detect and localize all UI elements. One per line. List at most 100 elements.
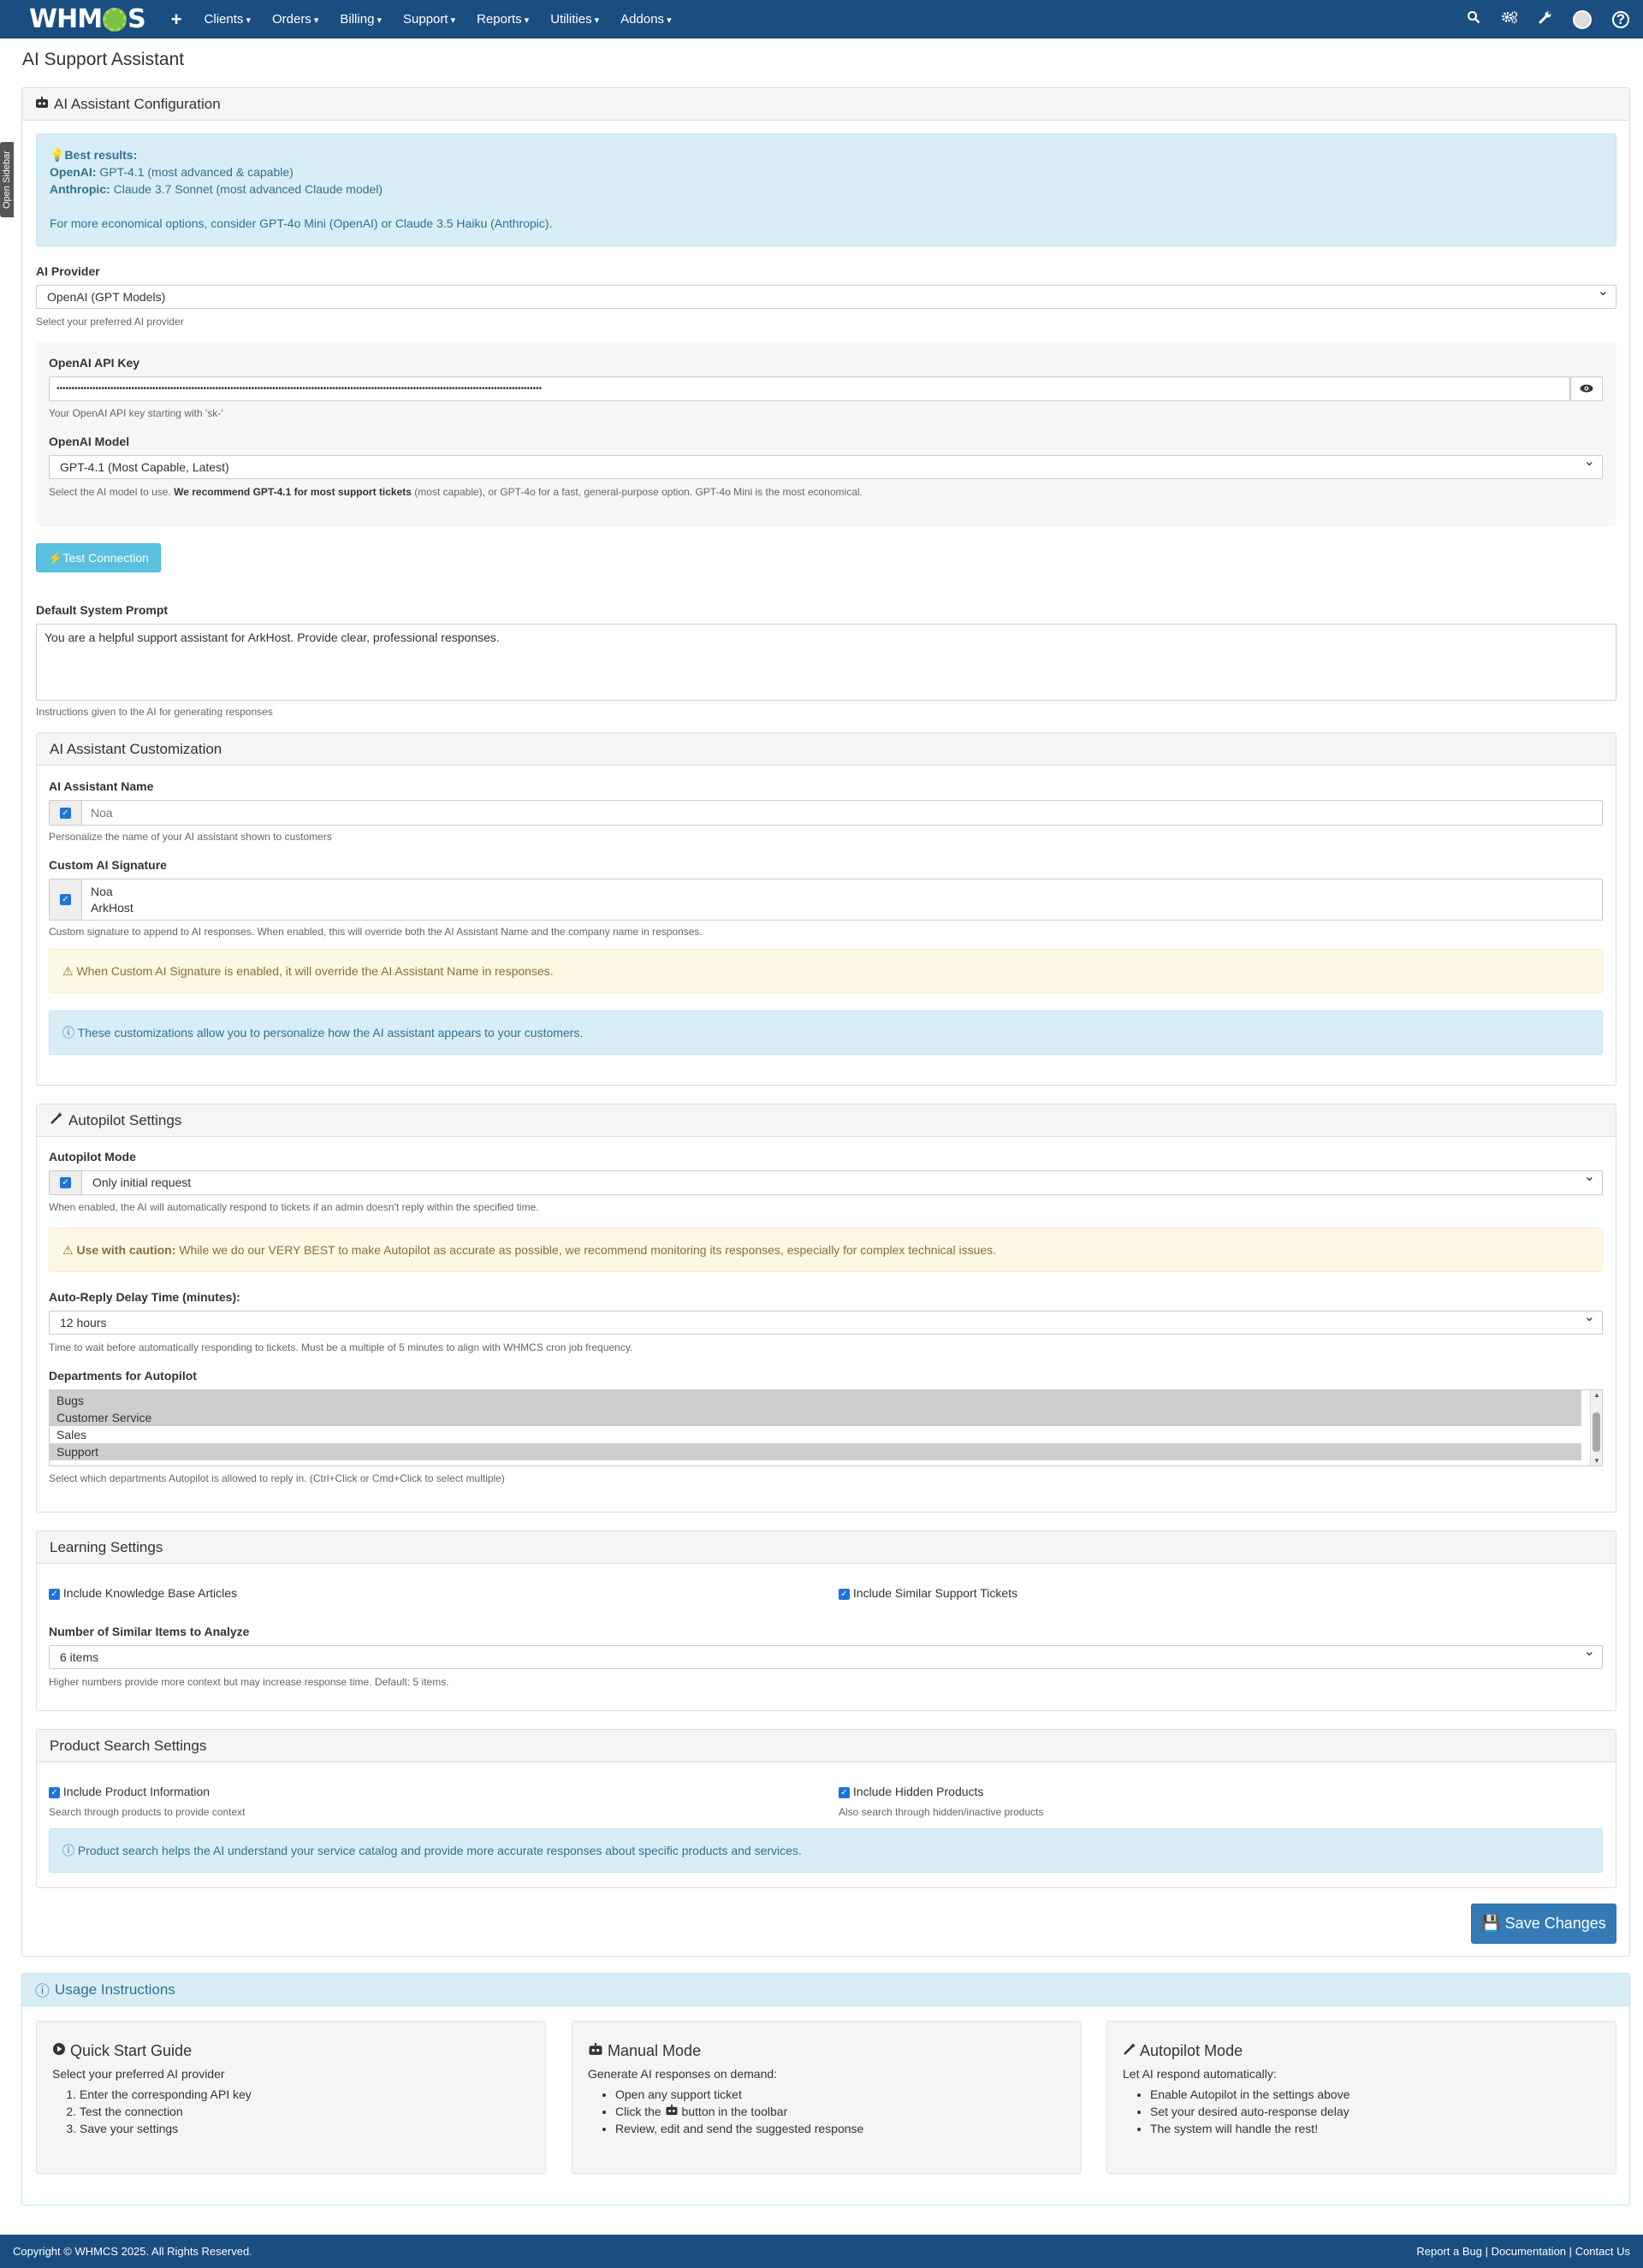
provider-select[interactable]: OpenAI (GPT Models) xyxy=(36,281,1616,309)
manual-item2-end: button in the toolbar xyxy=(681,2105,788,2118)
system-prompt-help: Instructions given to the AI for generat… xyxy=(36,706,273,718)
department-option[interactable]: Bugs xyxy=(50,1392,1581,1409)
model-select[interactable]: GPT-4.1 (Most Capable, Latest) xyxy=(49,451,1603,479)
nav-support[interactable]: Support xyxy=(403,12,455,27)
department-option[interactable]: Customer Service xyxy=(50,1409,1581,1426)
open-sidebar-tab[interactable]: Open Sidebar xyxy=(0,142,14,217)
warning-icon: ⚠ xyxy=(62,964,74,978)
nav-orders[interactable]: Orders xyxy=(272,12,318,27)
footer-copyright: Copyright © WHMCS 2025. All Rights Reser… xyxy=(13,2245,252,2258)
learning-heading-text: Learning Settings xyxy=(50,1538,163,1555)
footer-links: Report a Bug | Documentation | Contact U… xyxy=(1416,2245,1630,2258)
top-navbar: WHM S + Clients Orders Billing Support Re… xyxy=(0,0,1643,38)
user-avatar[interactable] xyxy=(1573,9,1592,29)
openai-recommendation: GPT-4.1 (most advanced & capable) xyxy=(99,165,294,179)
system-prompt-textarea[interactable]: You are a helpful support assistant for … xyxy=(36,624,1616,701)
report-bug-link[interactable]: Report a Bug xyxy=(1416,2245,1482,2258)
assistant-name-toggle[interactable]: ✓ xyxy=(50,801,82,825)
magic-wand-icon xyxy=(50,1111,63,1129)
api-key-input[interactable]: ••••••••••••••••••••••••••••••••••••••••… xyxy=(49,376,1570,401)
wrench-icon[interactable] xyxy=(1539,10,1552,28)
quick-start-step: Save your settings xyxy=(80,2120,530,2137)
checkbox-checked-icon: ✓ xyxy=(60,807,71,819)
checkbox-checked-icon: ✓ xyxy=(60,1177,71,1188)
help-icon[interactable]: ? xyxy=(1612,10,1629,28)
toggle-visibility-button[interactable] xyxy=(1570,376,1603,401)
model-label: OpenAI Model xyxy=(49,435,130,448)
product-heading-text: Product Search Settings xyxy=(50,1737,207,1754)
similar-checkbox-row[interactable]: ✓ Include Similar Support Tickets xyxy=(839,1586,1017,1600)
search-icon[interactable] xyxy=(1467,10,1480,28)
best-results-alert: 💡Best results: OpenAI: GPT-4.1 (most adv… xyxy=(36,133,1616,246)
nav-addons[interactable]: Addons xyxy=(620,12,671,27)
nav-clients[interactable]: Clients xyxy=(205,12,251,27)
documentation-link[interactable]: Documentation xyxy=(1492,2245,1566,2258)
product-search-info: ⓘ Product search helps the AI understand… xyxy=(49,1828,1603,1873)
model-help: Select the AI model to use. We recommend… xyxy=(49,486,863,498)
similar-count-help: Higher numbers provide more context but … xyxy=(49,1676,449,1688)
autopilot-mode-value: Only initial request xyxy=(92,1175,192,1189)
quick-start-title: Quick Start Guide xyxy=(52,2042,530,2060)
signature-line-2: ArkHost xyxy=(91,901,133,915)
whmcs-logo[interactable]: WHM S xyxy=(29,4,146,34)
autopilot-mode-help: When enabled, the AI will automatically … xyxy=(49,1201,539,1213)
departments-help: Select which departments Autopilot is al… xyxy=(49,1472,505,1484)
assistant-name-label: AI Assistant Name xyxy=(49,779,154,793)
signature-textarea[interactable]: Noa ArkHost xyxy=(91,884,133,916)
quick-add-icon[interactable]: + xyxy=(171,9,182,31)
signature-help: Custom signature to append to AI respons… xyxy=(49,926,703,938)
kb-checkbox-row[interactable]: ✓ Include Knowledge Base Articles xyxy=(49,1586,237,1600)
delay-select[interactable]: 12 hours xyxy=(49,1306,1603,1335)
footer-separator: | xyxy=(1569,2245,1573,2258)
manual-mode-intro: Generate AI responses on demand: xyxy=(588,2067,778,2081)
openai-label: OpenAI: xyxy=(50,165,97,179)
autopilot-toggle[interactable]: ✓ xyxy=(50,1171,82,1194)
economical-note: For more economical options, consider GP… xyxy=(50,216,553,230)
config-panel-heading: AI Assistant Configuration xyxy=(22,88,1629,121)
autopilot-mode-select[interactable]: ✓ Only initial request xyxy=(49,1166,1603,1195)
manual-mode-list: Open any support ticket Click the button… xyxy=(588,2086,1065,2137)
logo-text-end: S xyxy=(128,4,146,34)
save-changes-button[interactable]: 💾 Save Changes xyxy=(1471,1904,1616,1944)
caution-bold: Use with caution: xyxy=(76,1243,176,1257)
page-title: AI Support Assistant xyxy=(22,50,185,69)
autopilot-heading: Autopilot Settings xyxy=(37,1104,1616,1137)
lightbulb-icon: 💡 xyxy=(50,148,65,162)
quick-start-title-text: Quick Start Guide xyxy=(70,2042,193,2059)
autopilot-mode-title-text: Autopilot Mode xyxy=(1140,2042,1243,2059)
logo-text: WHM xyxy=(29,4,103,34)
assistant-name-input[interactable] xyxy=(84,801,1599,825)
department-option[interactable]: Sales xyxy=(50,1426,1581,1443)
product-info-checkbox-row[interactable]: ✓ Include Product Information xyxy=(49,1785,210,1798)
checkbox-checked-icon: ✓ xyxy=(839,1786,850,1798)
departments-scrollbar[interactable]: ▲ ▼ xyxy=(1590,1390,1602,1466)
test-connection-label: Test Connection xyxy=(62,551,149,565)
play-circle-icon xyxy=(52,2042,70,2059)
api-settings-block xyxy=(36,342,1616,526)
departments-listbox[interactable]: Bugs Customer Service Sales Support ▲ ▼ xyxy=(49,1389,1603,1466)
customization-heading: AI Assistant Customization xyxy=(37,733,1616,766)
magic-wand-icon xyxy=(1123,2042,1140,2059)
autopilot-heading-text: Autopilot Settings xyxy=(68,1111,182,1128)
anthropic-recommendation: Claude 3.7 Sonnet (most advanced Claude … xyxy=(113,182,383,196)
info-circle-icon: ⓘ xyxy=(62,1844,74,1857)
signature-group: ✓ Noa ArkHost xyxy=(49,879,1603,921)
cogs-icon[interactable] xyxy=(1501,10,1518,28)
similar-count-select[interactable]: 6 items xyxy=(49,1641,1603,1669)
nav-utilities[interactable]: Utilities xyxy=(550,12,599,27)
model-help-part2: (most capable), or GPT-4o for a fast, ge… xyxy=(414,486,863,498)
nav-billing[interactable]: Billing xyxy=(340,12,382,27)
model-help-bold: We recommend GPT-4.1 for most support ti… xyxy=(174,486,412,498)
signature-warning: ⚠ When Custom AI Signature is enabled, i… xyxy=(49,949,1603,993)
manual-mode-title: Manual Mode xyxy=(588,2042,1065,2060)
nav-reports[interactable]: Reports xyxy=(477,12,529,27)
department-option[interactable]: Support xyxy=(50,1443,1581,1460)
signature-toggle[interactable]: ✓ xyxy=(50,879,82,920)
test-connection-button[interactable]: ⚡Test Connection xyxy=(36,543,161,572)
signature-line-1: Noa xyxy=(91,885,113,898)
hidden-products-checkbox-row[interactable]: ✓ Include Hidden Products xyxy=(839,1785,983,1798)
contact-us-link[interactable]: Contact Us xyxy=(1575,2245,1630,2258)
robot-icon xyxy=(588,2042,608,2059)
product-info-help: Search through products to provide conte… xyxy=(49,1806,246,1818)
model-help-part1: Select the AI model to use. xyxy=(49,486,171,498)
